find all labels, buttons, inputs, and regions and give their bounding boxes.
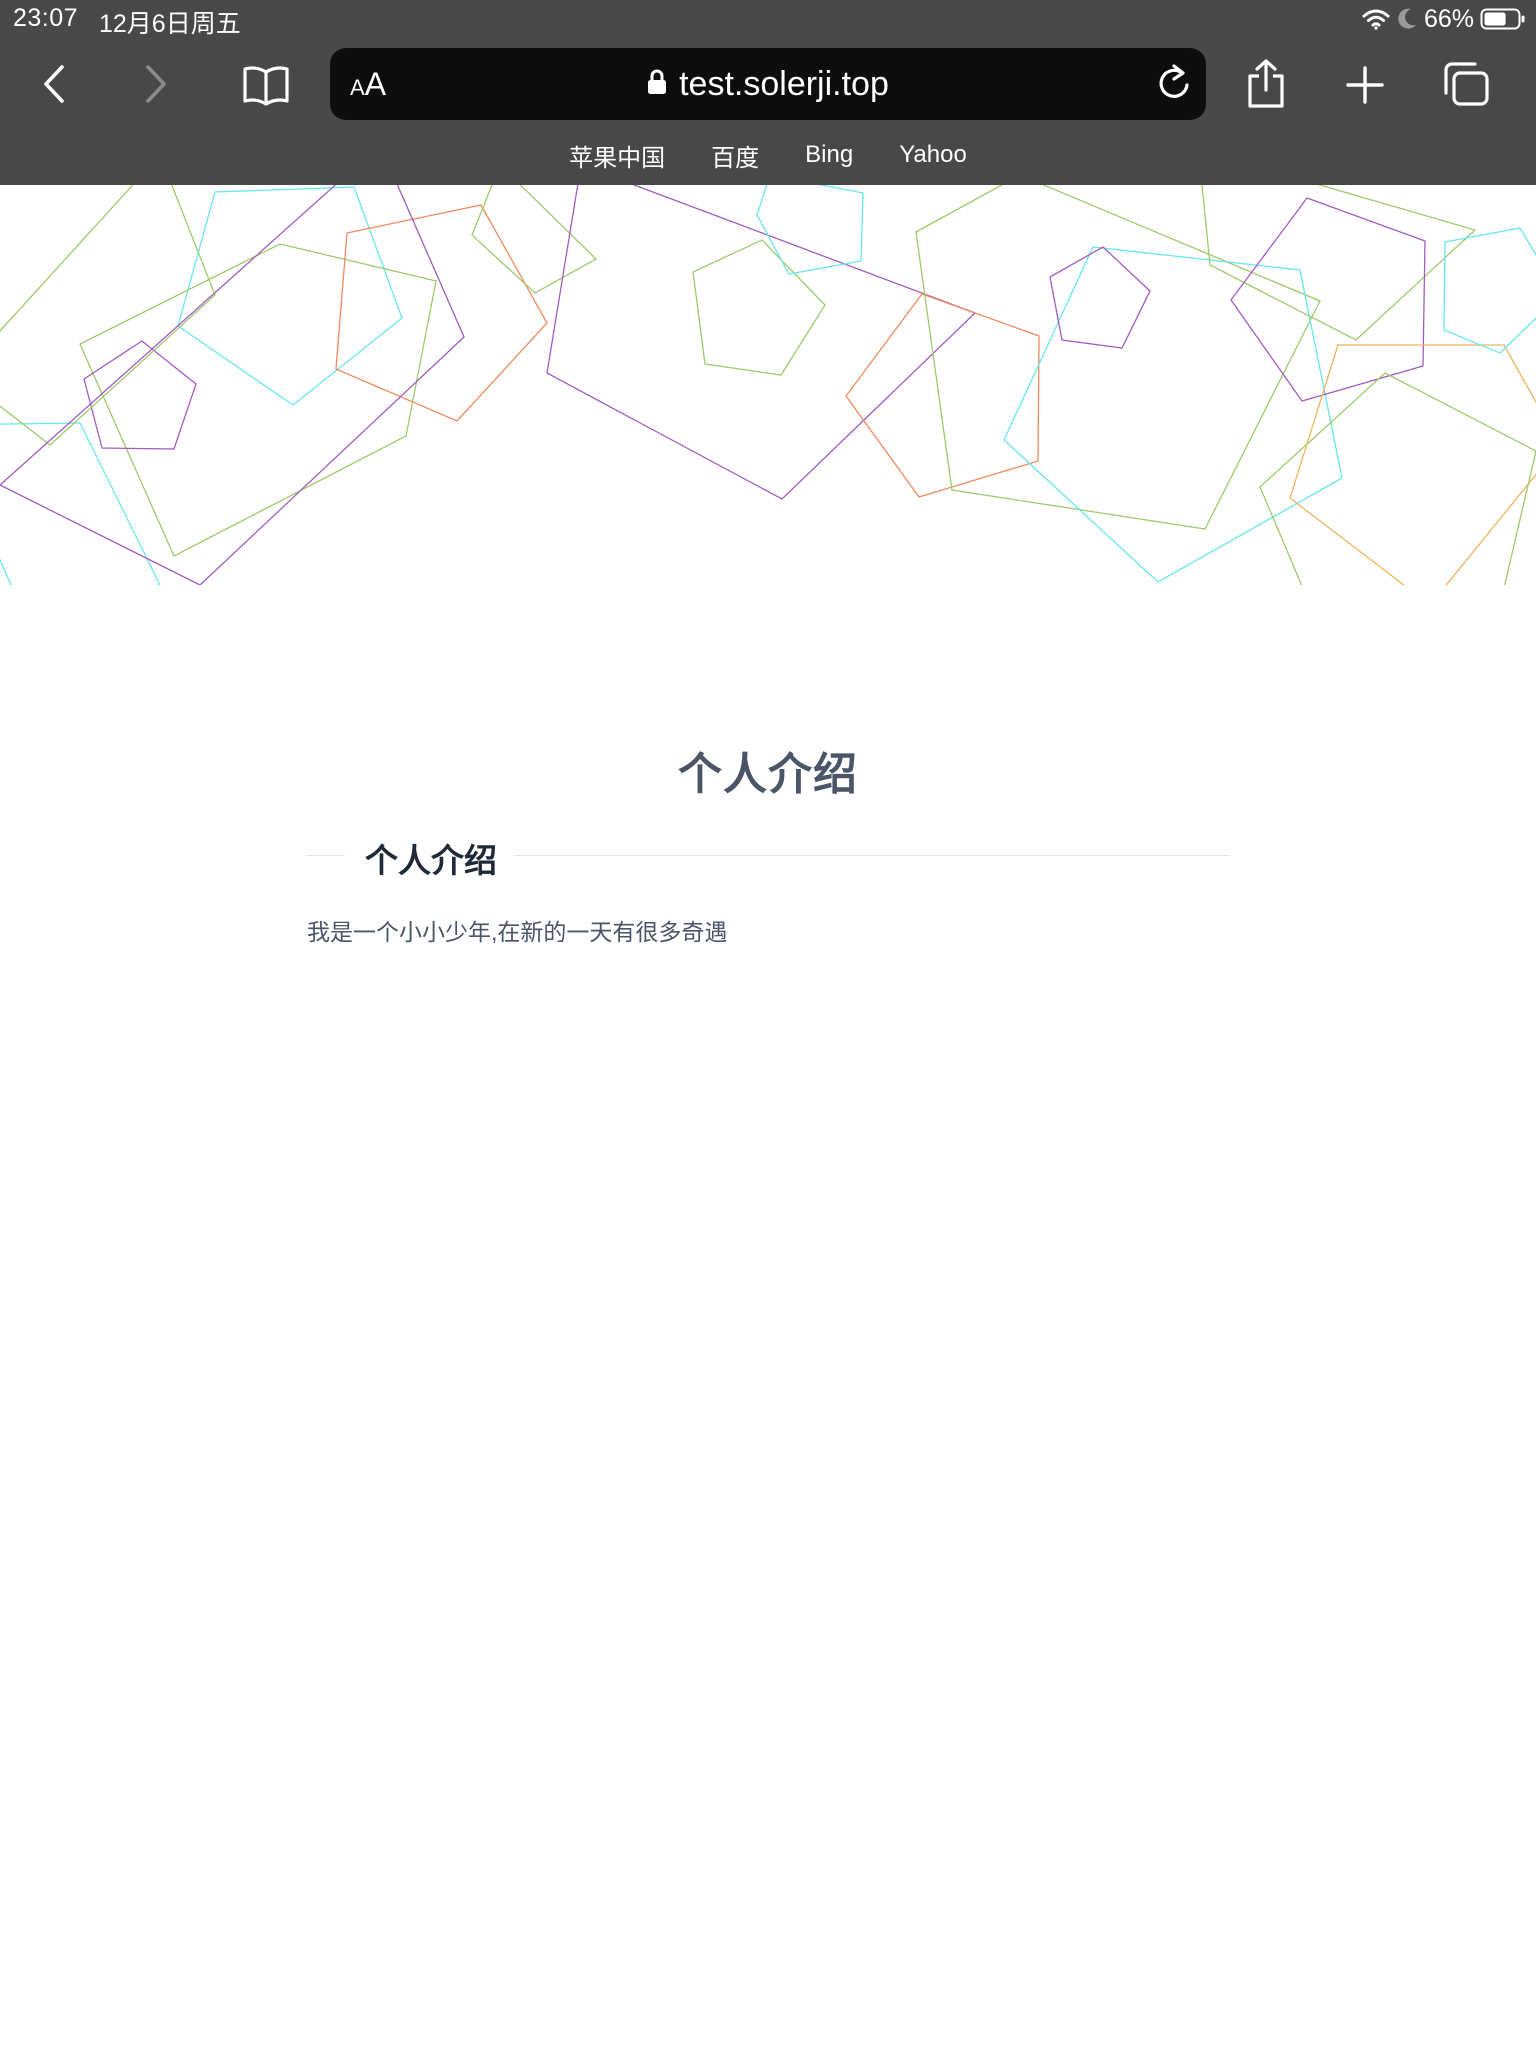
page-title: 个人介绍 (678, 750, 858, 799)
address-bar[interactable]: A A test.solerji.top (330, 48, 1206, 120)
polygon-shape (471, 185, 598, 294)
bookmarks-button[interactable] (240, 60, 292, 110)
section-header: 个人介绍 (307, 830, 1229, 880)
bookmarks-icon (242, 63, 290, 107)
favorite-baidu[interactable]: 百度 (707, 138, 763, 173)
reload-button[interactable] (1154, 63, 1194, 106)
favorite-apple-china[interactable]: 苹果中国 (565, 138, 669, 173)
url-display: test.solerji.top (330, 48, 1206, 120)
lock-icon (647, 68, 667, 101)
section-divider-left (307, 855, 345, 856)
polygon-shape (915, 185, 1321, 530)
moon-icon (1396, 7, 1418, 31)
polygon-shape (546, 185, 977, 500)
new-tab-icon (1345, 65, 1385, 105)
polygon-shape (79, 243, 437, 557)
tabs-button[interactable] (1440, 58, 1492, 110)
share-icon (1245, 58, 1287, 110)
battery-icon (1480, 7, 1526, 31)
section-divider-right (514, 855, 1229, 856)
status-time: 23:07 (13, 4, 79, 32)
polygon-shape (692, 239, 826, 376)
intro-paragraph: 我是一个小小少年,在新的一天有很多奇遇 (307, 919, 728, 945)
status-bar: 23:07 12月6日周五 66% (0, 0, 1536, 38)
section-title: 个人介绍 (365, 842, 497, 879)
polygon-shape (335, 204, 548, 422)
reader-small-a: A (350, 75, 365, 100)
status-indicators: 66% (1362, 4, 1526, 34)
polygon-shape (845, 293, 1040, 498)
favorite-bing[interactable]: Bing (801, 141, 857, 169)
back-button[interactable] (34, 58, 76, 110)
browser-chrome: 23:07 12月6日周五 66% A A test.solerji.top 苹… (0, 0, 1536, 185)
wifi-icon (1362, 8, 1390, 30)
polygon-shape (1201, 185, 1477, 341)
new-tab-button[interactable] (1342, 62, 1388, 108)
decorative-polygon-banner (0, 185, 1536, 585)
polygon-shape (1230, 197, 1426, 402)
polygon-shape (1003, 246, 1343, 583)
status-date: 12月6日周五 (99, 10, 241, 38)
url-text: test.solerji.top (679, 64, 889, 103)
battery-percent: 66% (1423, 4, 1474, 33)
reader-large-a: A (364, 66, 387, 102)
polygon-shape (0, 422, 161, 585)
polygon-shape (1049, 246, 1151, 349)
share-button[interactable] (1242, 56, 1290, 112)
reload-icon (1156, 63, 1192, 106)
polygon-shape (1289, 344, 1536, 585)
tabs-icon (1441, 60, 1491, 108)
reader-settings-button[interactable]: A A (350, 66, 386, 102)
back-icon (40, 63, 70, 105)
polygon-pattern (0, 185, 1536, 585)
forward-button[interactable] (134, 58, 176, 110)
polygon-shape (756, 185, 864, 275)
favorite-yahoo[interactable]: Yahoo (895, 141, 971, 169)
polygon-shape (1259, 372, 1536, 585)
favorites-bar: 苹果中国 百度 Bing Yahoo (0, 135, 1536, 175)
polygon-shape (0, 185, 465, 585)
forward-icon (140, 63, 170, 105)
